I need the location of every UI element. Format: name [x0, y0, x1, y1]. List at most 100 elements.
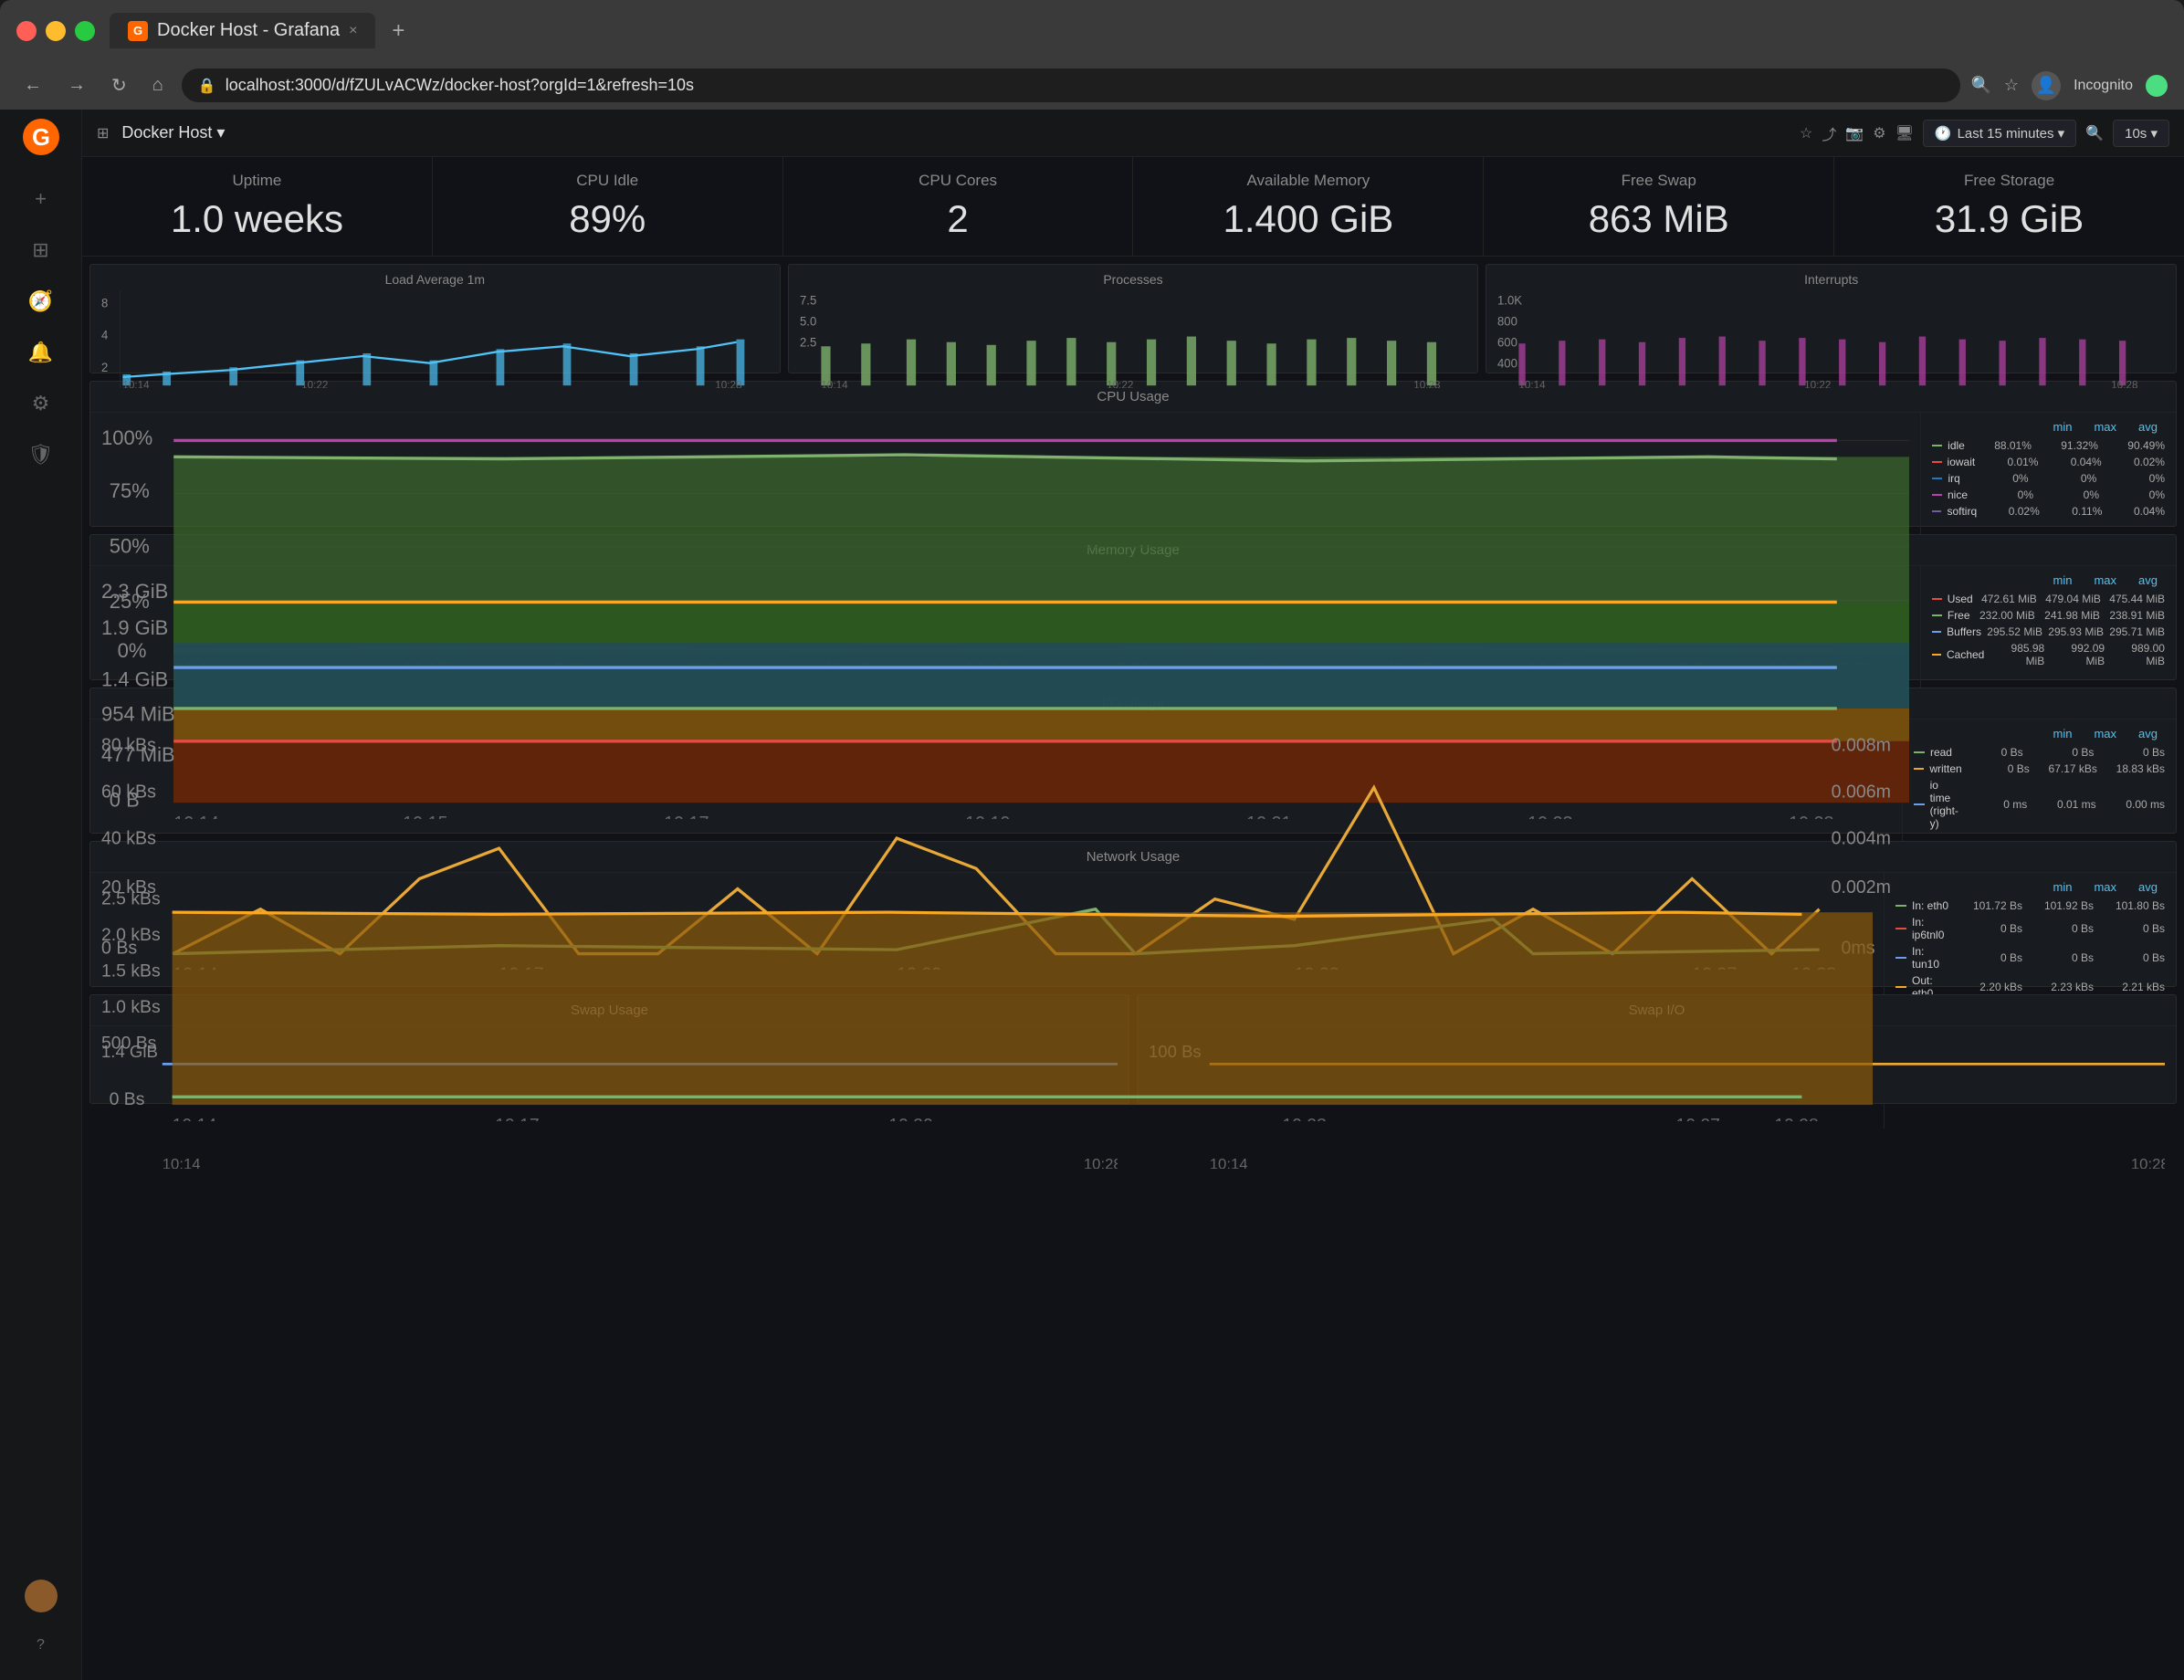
snapshot-icon[interactable]: 📷 [1845, 124, 1864, 142]
sidebar-item-help[interactable]: ? [21, 1625, 61, 1665]
sidebar-item-grid[interactable]: ⊞ [21, 230, 61, 270]
sidebar-item-bell[interactable]: 🔔 [21, 332, 61, 373]
stat-free-swap-label: Free Swap [1502, 172, 1815, 190]
stat-uptime-label: Uptime [100, 172, 414, 190]
search-icon[interactable]: 🔍 [1971, 76, 1991, 95]
svg-text:600: 600 [1497, 335, 1517, 349]
panel-load-avg-title: Load Average 1m [101, 272, 769, 287]
svg-text:1.4 GiB: 1.4 GiB [101, 667, 168, 690]
network-panel-body: 2.5 kBs 2.0 kBs 1.5 kBs 1.0 kBs 500 Bs 0… [90, 873, 2176, 1129]
home-button[interactable]: ⌂ [145, 71, 171, 100]
cpu-softirq-color [1932, 510, 1941, 512]
network-chart-area: 2.5 kBs 2.0 kBs 1.5 kBs 1.0 kBs 500 Bs 0… [90, 873, 1884, 1129]
zoom-out-icon[interactable]: 🔍 [2085, 124, 2104, 142]
tab-close-button[interactable]: × [349, 23, 357, 39]
mem-free-max: 241.98 MiB [2041, 609, 2100, 622]
svg-text:2.3 GiB: 2.3 GiB [101, 580, 168, 603]
back-button[interactable]: ← [16, 71, 49, 100]
svg-text:10:22: 10:22 [1804, 378, 1832, 388]
refresh-button[interactable]: ↻ [104, 70, 134, 100]
topbar-actions: ☆ ⤴ 📷 ⚙ 🖥 🕐 Last 15 minutes ▾ 🔍 10s ▾ [1800, 120, 2169, 147]
cpu-idle-color [1932, 445, 1942, 446]
sidebar-item-compass[interactable]: 🧭 [21, 281, 61, 321]
grafana-logo[interactable]: G [23, 119, 59, 155]
stat-free-storage-value: 31.9 GiB [1853, 197, 2166, 241]
svg-text:100%: 100% [101, 426, 152, 449]
refresh-picker[interactable]: 10s ▾ [2113, 120, 2169, 147]
stat-memory-value: 1.400 GiB [1151, 197, 1465, 241]
cpu-irq-max: 0% [2034, 472, 2097, 485]
mem-buffers-name: Buffers [1947, 625, 1981, 638]
monitor-icon[interactable]: 🖥 [1895, 124, 1914, 142]
cpu-irq-color [1932, 478, 1942, 479]
net-in-ip6-avg: 0 Bs [2099, 922, 2165, 935]
mem-buffers-color [1932, 631, 1941, 633]
stat-memory-label: Available Memory [1151, 172, 1465, 190]
net-in-tun-name: In: tun10 [1912, 945, 1951, 971]
new-tab-button[interactable]: + [383, 15, 414, 47]
svg-text:10:23: 10:23 [1282, 1115, 1327, 1120]
cpu-iowait-name: iowait [1948, 456, 1976, 468]
svg-text:10:14: 10:14 [122, 378, 150, 388]
svg-text:800: 800 [1497, 314, 1517, 328]
io-legend-iotime: io time (right-y) 0 ms 0.01 ms 0.00 ms [1914, 777, 2165, 832]
mem-buffers-avg: 295.71 MiB [2109, 625, 2165, 638]
cpu-nice-min: 0% [1973, 488, 2033, 501]
mem-legend-header: min max avg [1932, 573, 2165, 587]
svg-text:8: 8 [101, 296, 108, 310]
active-tab[interactable]: G Docker Host - Grafana × [110, 13, 375, 48]
time-range-picker[interactable]: 🕐 Last 15 minutes ▾ [1923, 120, 2076, 147]
secure-icon: 🔒 [198, 77, 216, 95]
topbar: ⊞ Docker Host ▾ ☆ ⤴ 📷 ⚙ 🖥 🕐 Last 15 minu… [82, 110, 2184, 157]
traffic-lights [16, 21, 95, 41]
net-in-eth0-avg: 101.80 Bs [2099, 899, 2165, 912]
settings-icon[interactable]: ⚙ [1873, 124, 1885, 142]
io-read-name: read [1930, 746, 1952, 759]
star-icon[interactable]: ☆ [1800, 124, 1812, 142]
user-avatar[interactable] [25, 1580, 58, 1612]
titlebar: G Docker Host - Grafana × + [0, 0, 2184, 61]
cpu-legend-iowait: iowait 0.01% 0.04% 0.02% [1932, 454, 2165, 470]
svg-text:10:14: 10:14 [1519, 378, 1547, 388]
cpu-legend-max: max [2094, 420, 2116, 434]
address-bar[interactable]: 🔒 localhost:3000/d/fZULvACWz/docker-host… [182, 68, 1960, 102]
mem-legend-max: max [2094, 573, 2116, 587]
io-iotime-name: io time (right-y) [1930, 779, 1958, 830]
forward-button[interactable]: → [60, 71, 93, 100]
svg-text:7.5: 7.5 [800, 293, 816, 307]
svg-text:400: 400 [1497, 356, 1517, 370]
minimize-button[interactable] [46, 21, 66, 41]
mem-buffers-min: 295.52 MiB [1987, 625, 2042, 638]
sidebar-item-shield[interactable]: 🛡 [21, 435, 61, 475]
svg-text:0.004ms: 0.004ms [1832, 829, 1891, 849]
cpu-nice-avg: 0% [2105, 488, 2165, 501]
net-legend-in-eth0: In: eth0 101.72 Bs 101.92 Bs 101.80 Bs [1895, 898, 2165, 914]
panel-cpu-usage: CPU Usage 100% 75% 50% 25% 0% [89, 381, 2177, 527]
cpu-legend-softirq: softirq 0.02% 0.11% 0.04% [1932, 503, 2165, 520]
sidebar-item-gear[interactable]: ⚙ [21, 383, 61, 424]
sidebar-item-add[interactable]: + [21, 179, 61, 219]
mem-legend-cached: Cached 985.98 MiB 992.09 MiB 989.00 MiB [1932, 640, 2165, 669]
cpu-iowait-avg: 0.02% [2107, 456, 2165, 468]
share-icon[interactable]: ⤴ [1822, 122, 1836, 144]
stat-cpu-cores-label: CPU Cores [802, 172, 1115, 190]
bookmark-icon[interactable]: ☆ [2004, 76, 2019, 95]
svg-text:80 kBs: 80 kBs [101, 735, 156, 755]
cpu-idle-max: 91.32% [2037, 439, 2098, 452]
grid-icon: ⊞ [97, 124, 109, 142]
svg-text:10:17: 10:17 [495, 1115, 540, 1120]
io-written-avg: 18.83 kBs [2103, 762, 2165, 775]
cpu-softirq-avg: 0.04% [2107, 505, 2165, 518]
dashboard-title[interactable]: Docker Host ▾ [121, 123, 225, 142]
mem-free-avg: 238.91 MiB [2105, 609, 2165, 622]
net-legend-min: min [2053, 880, 2073, 894]
io-iotime-max: 0.01 ms [2032, 798, 2095, 811]
net-in-eth0-min: 101.72 Bs [1957, 899, 2022, 912]
svg-text:1.5 kBs: 1.5 kBs [101, 961, 161, 981]
mem-free-name: Free [1948, 609, 1970, 622]
net-in-eth0-max: 101.92 Bs [2028, 899, 2094, 912]
stat-uptime-value: 1.0 weeks [100, 197, 414, 241]
close-button[interactable] [16, 21, 37, 41]
dashboard-grid: Load Average 1m 8 4 2 [82, 257, 2184, 1680]
maximize-button[interactable] [75, 21, 95, 41]
